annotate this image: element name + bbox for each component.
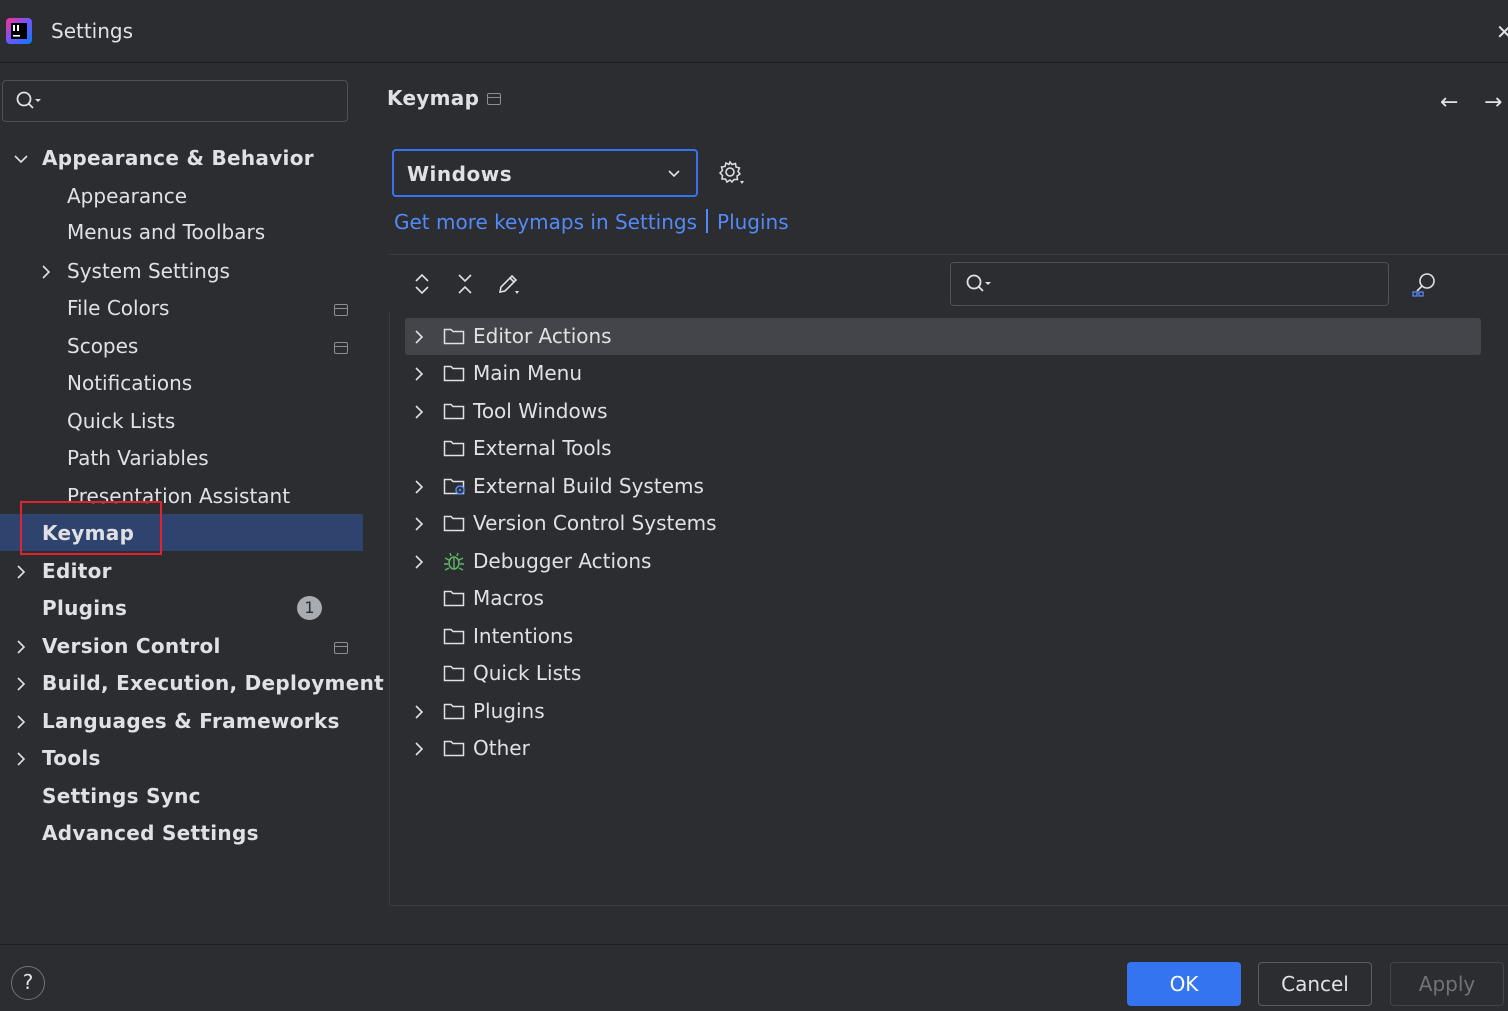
chevron-right-icon[interactable] [410,740,428,758]
project-level-icon [334,304,348,316]
tree-item-main-menu[interactable]: Main Menu [473,361,582,385]
apply-button[interactable]: Apply [1390,962,1504,1006]
sidebar-item-version-control[interactable]: Version Control [42,634,221,658]
chevron-right-icon[interactable] [410,328,428,346]
project-level-icon [334,342,348,354]
sidebar-item-quick-lists[interactable]: Quick Lists [67,409,175,433]
chevron-right-icon[interactable] [410,703,428,721]
folder-icon [443,364,465,382]
folder-icon [443,664,465,682]
keymap-select[interactable]: Windows [392,149,698,197]
folder-icon [443,439,465,457]
chevron-right-icon[interactable] [12,563,30,581]
sidebar-item-plugins[interactable]: Plugins [42,596,127,620]
keymaps-plugin-link: Get more keymaps in Settings Plugins [394,209,789,234]
chevron-right-icon[interactable] [410,553,428,571]
tree-item-intentions[interactable]: Intentions [473,624,573,648]
folder-icon [443,327,465,345]
window-title: Settings [51,19,134,43]
gear-icon[interactable] [716,158,746,188]
chevron-right-icon[interactable] [12,713,30,731]
tree-item-external-build-systems[interactable]: External Build Systems [473,474,704,498]
action-search-input[interactable] [950,262,1389,306]
project-level-icon [487,93,501,105]
folder-gear-icon [443,477,465,495]
tree-item-plugins[interactable]: Plugins [473,699,545,723]
chevron-down-icon[interactable] [12,150,30,168]
sidebar-item-path-variables[interactable]: Path Variables [67,446,209,470]
edit-pencil-icon[interactable] [496,272,520,296]
sidebar-item-settings-sync[interactable]: Settings Sync [42,784,201,808]
chevron-right-icon[interactable] [410,478,428,496]
chevron-down-icon [668,170,680,178]
tree-item-version-control-systems[interactable]: Version Control Systems [473,511,717,535]
tree-item-quick-lists[interactable]: Quick Lists [473,661,581,685]
ok-button[interactable]: OK [1127,962,1241,1006]
cancel-button[interactable]: Cancel [1258,962,1372,1006]
folder-icon [443,402,465,420]
sidebar-item-menus-and-toolbars[interactable]: Menus and Toolbars [67,220,265,244]
close-icon[interactable]: ✕ [1496,20,1508,44]
chevron-right-icon[interactable] [410,515,428,533]
project-level-icon [334,642,348,654]
tree-item-editor-actions[interactable]: Editor Actions [473,324,612,348]
chevron-right-icon[interactable] [12,675,30,693]
get-more-keymaps-link[interactable]: Get more keymaps in Settings [394,210,697,234]
intellij-logo-icon [6,18,32,44]
chevron-right-icon[interactable] [410,365,428,383]
tree-item-debugger-actions[interactable]: Debugger Actions [473,549,651,573]
sidebar-item-system-settings[interactable]: System Settings [67,259,230,283]
help-button[interactable]: ? [11,966,45,1000]
sidebar-item-file-colors[interactable]: File Colors [67,296,169,320]
search-icon [966,274,991,292]
link-separator [706,209,709,233]
sidebar-item-tools[interactable]: Tools [42,746,101,770]
keymap-select-value: Windows [407,162,513,186]
find-by-shortcut-icon[interactable] [1410,270,1440,300]
plugins-update-badge: 1 [297,596,322,620]
sidebar-item-notifications[interactable]: Notifications [67,371,192,395]
chevron-right-icon[interactable] [37,263,55,281]
bug-icon [443,552,465,571]
sidebar-item-scopes[interactable]: Scopes [67,334,138,358]
back-arrow-icon[interactable]: ← [1440,90,1458,115]
forward-arrow-icon[interactable]: → [1484,90,1502,115]
folder-icon [443,514,465,532]
chevron-right-icon[interactable] [12,750,30,768]
sidebar-item-appearance[interactable]: Appearance [67,184,187,208]
tree-item-macros[interactable]: Macros [473,586,544,610]
tree-item-tool-windows[interactable]: Tool Windows [473,399,607,423]
search-icon [16,91,41,109]
collapse-all-icon[interactable] [453,272,477,296]
expand-all-icon[interactable] [410,272,434,296]
folder-icon [443,739,465,757]
sidebar-item-advanced-settings[interactable]: Advanced Settings [42,821,259,845]
folder-icon [443,702,465,720]
folder-icon [443,627,465,645]
sidebar-item-appearance-behavior[interactable]: Appearance & Behavior [42,146,314,170]
plugins-link[interactable]: Plugins [717,210,789,234]
page-title: Keymap [387,86,480,110]
sidebar-item-editor[interactable]: Editor [42,559,112,583]
title-bar [0,0,1508,63]
sidebar-item-languages-frameworks[interactable]: Languages & Frameworks [42,709,340,733]
chevron-right-icon[interactable] [410,403,428,421]
folder-icon [443,589,465,607]
tree-item-other[interactable]: Other [473,736,530,760]
sidebar-item-build-execution-deployment[interactable]: Build, Execution, Deployment [42,671,384,695]
chevron-right-icon[interactable] [12,638,30,656]
tree-item-external-tools[interactable]: External Tools [473,436,612,460]
highlight-annotation-box [20,501,162,555]
settings-search-input[interactable] [2,80,348,122]
